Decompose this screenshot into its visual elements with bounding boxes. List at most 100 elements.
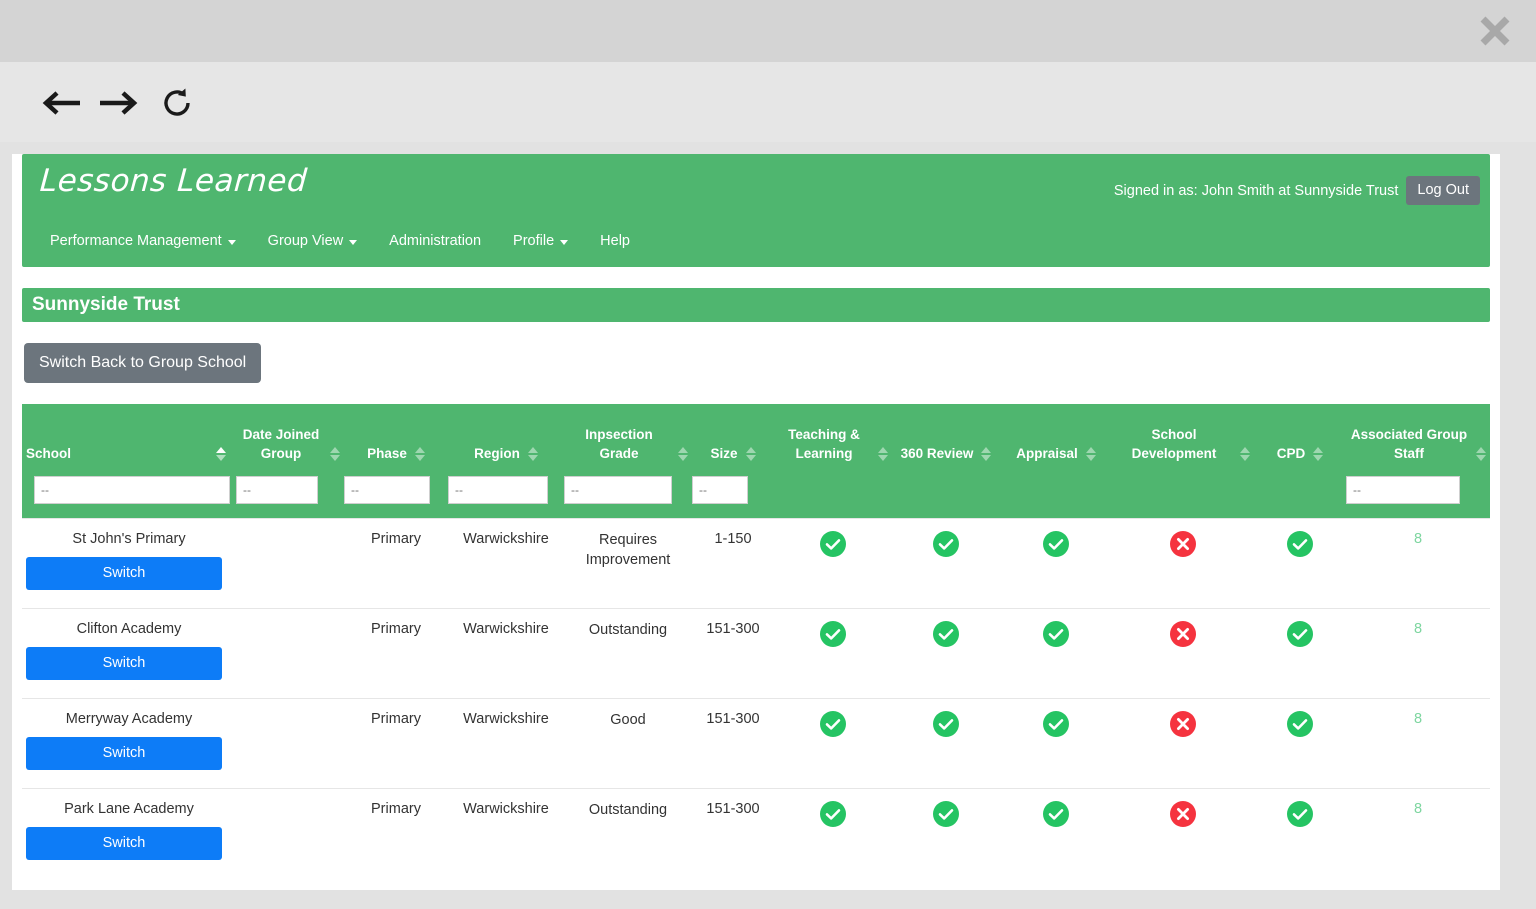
sort-icon[interactable] (527, 445, 538, 463)
check-circle-icon (1287, 621, 1313, 647)
nav-item-label: Administration (389, 233, 482, 249)
sort-icon[interactable] (981, 445, 992, 463)
column-header-appraisal[interactable]: Appraisal (1000, 404, 1112, 476)
sort-icon[interactable] (414, 445, 425, 463)
cell-360-review (892, 518, 1000, 609)
cell-date-joined-group (236, 608, 344, 699)
cell-teaching-and-learning (774, 698, 892, 789)
schools-table-container: School Date Joined Group Phase Region In… (22, 404, 1490, 878)
column-header-school[interactable]: School (22, 404, 236, 476)
cell-school: St John's Primary Switch (22, 518, 236, 609)
column-header-label: Phase (367, 446, 407, 462)
school-name-label: Merryway Academy (65, 711, 193, 727)
cross-circle-icon (1170, 801, 1196, 827)
forward-arrow-icon[interactable] (94, 80, 140, 126)
cell-date-joined-group (236, 698, 344, 789)
cell-phase: Primary (344, 788, 448, 878)
column-header-associated-group-staff[interactable]: Associated Group Staff (1346, 404, 1490, 476)
sort-icon[interactable] (1085, 445, 1096, 463)
browser-toolbar (0, 62, 1536, 184)
check-circle-icon (933, 531, 959, 557)
filter-input-size[interactable] (692, 476, 748, 504)
column-header-phase[interactable]: Phase (344, 404, 448, 476)
column-header-teaching-and-learning[interactable]: Teaching & Learning (774, 404, 892, 476)
associated-group-staff-link[interactable]: 8 (1414, 711, 1422, 727)
column-header-school-development[interactable]: School Development (1112, 404, 1254, 476)
switch-button[interactable]: Switch (26, 647, 222, 680)
cell-phase: Primary (344, 518, 448, 609)
cell-inspection-grade: Outstanding (564, 608, 692, 699)
cross-circle-icon (1170, 711, 1196, 737)
cell-appraisal (1000, 608, 1112, 699)
cell-region: Warwickshire (448, 698, 564, 789)
main-nav: Performance Management Group View Admini… (34, 227, 646, 255)
cell-phase: Primary (344, 698, 448, 789)
switch-button[interactable]: Switch (26, 737, 222, 770)
check-circle-icon (1043, 801, 1069, 827)
table-row: Park Lane Academy Switch Primary Warwickshi… (22, 788, 1490, 878)
cell-inspection-grade: Outstanding (564, 788, 692, 878)
check-circle-icon (1287, 531, 1313, 557)
filter-input-date-joined-group[interactable] (236, 476, 318, 504)
check-circle-icon (820, 621, 846, 647)
cell-cpd (1254, 788, 1346, 878)
filter-input-phase[interactable] (344, 476, 430, 504)
cell-date-joined-group (236, 518, 344, 609)
column-header-region[interactable]: Region (448, 404, 564, 476)
column-header-inspection-grade[interactable]: Inpsection Grade (564, 404, 692, 476)
sort-icon[interactable] (1476, 445, 1486, 463)
cell-appraisal (1000, 698, 1112, 789)
nav-item-group-view[interactable]: Group View (252, 227, 374, 255)
column-header-label: School Development (1131, 426, 1217, 462)
column-header-label: Size (710, 446, 738, 462)
cell-region: Warwickshire (448, 608, 564, 699)
brand-logo: Lessons Learned (38, 163, 309, 199)
sort-icon[interactable] (1240, 445, 1250, 463)
close-icon[interactable] (1468, 4, 1522, 58)
switch-back-to-group-school-button[interactable]: Switch Back to Group School (24, 343, 262, 383)
nav-item-administration[interactable]: Administration (373, 227, 497, 255)
sort-icon[interactable] (216, 445, 226, 463)
sort-icon[interactable] (330, 445, 340, 463)
nav-item-performance-management[interactable]: Performance Management (34, 227, 252, 255)
cell-school: Clifton Academy Switch (22, 608, 236, 699)
filter-input-region[interactable] (448, 476, 548, 504)
filter-input-associated-group-staff[interactable] (1346, 476, 1460, 504)
associated-group-staff-link[interactable]: 8 (1414, 531, 1422, 547)
cell-size: 151-300 (692, 608, 774, 699)
switch-button[interactable]: Switch (26, 827, 222, 860)
nav-item-help[interactable]: Help (584, 227, 646, 255)
filter-input-inspection-grade[interactable] (564, 476, 672, 504)
reload-icon[interactable] (154, 80, 200, 126)
check-circle-icon (1043, 621, 1069, 647)
column-header-label: Region (474, 446, 520, 462)
column-header-label: Associated Group Staff (1350, 426, 1468, 462)
sort-icon[interactable] (1313, 445, 1324, 463)
associated-group-staff-link[interactable]: 8 (1414, 801, 1422, 817)
column-header-cpd[interactable]: CPD (1254, 404, 1346, 476)
cell-region: Warwickshire (448, 788, 564, 878)
column-header-date-joined-group[interactable]: Date Joined Group (236, 404, 344, 476)
check-circle-icon (820, 711, 846, 737)
nav-item-profile[interactable]: Profile (497, 227, 584, 255)
cell-school: Merryway Academy Switch (22, 698, 236, 789)
sort-icon[interactable] (678, 445, 688, 463)
cell-date-joined-group (236, 788, 344, 878)
associated-group-staff-link[interactable]: 8 (1414, 621, 1422, 637)
school-name-label: Clifton Academy (76, 621, 182, 637)
cell-teaching-and-learning (774, 608, 892, 699)
switch-button[interactable]: Switch (26, 557, 222, 590)
check-circle-icon (1287, 801, 1313, 827)
sort-icon[interactable] (878, 445, 888, 463)
filter-input-school[interactable] (34, 476, 230, 504)
cell-school-development (1112, 608, 1254, 699)
cell-size: 151-300 (692, 788, 774, 878)
cell-teaching-and-learning (774, 788, 892, 878)
column-header-360-review[interactable]: 360 Review (892, 404, 1000, 476)
cell-360-review (892, 698, 1000, 789)
web-page: Lessons Learned Signed in as: John Smith… (12, 154, 1500, 890)
sort-icon[interactable] (745, 445, 756, 463)
column-header-size[interactable]: Size (692, 404, 774, 476)
back-arrow-icon[interactable] (40, 80, 86, 126)
log-out-button[interactable]: Log Out (1406, 176, 1480, 205)
